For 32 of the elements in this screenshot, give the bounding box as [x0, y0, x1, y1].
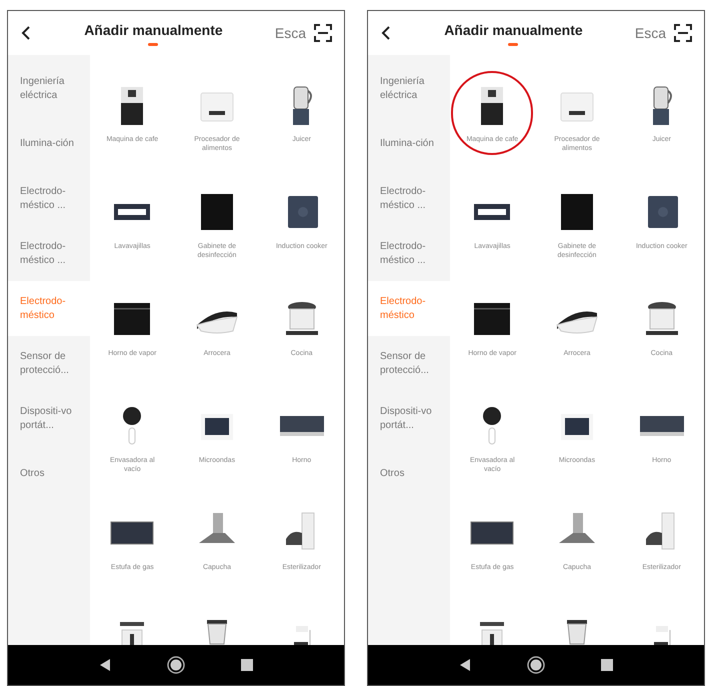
recents-icon[interactable]: [600, 659, 613, 671]
category-item[interactable]: Sensor de protecció...: [368, 336, 450, 391]
category-item[interactable]: Dispositi-vo portát...: [8, 391, 90, 446]
back-icon[interactable]: [459, 658, 472, 672]
category-item[interactable]: Ingeniería eléctrica: [8, 61, 90, 116]
category-item[interactable]: Electrodo-méstico: [368, 281, 450, 336]
category-item[interactable]: Ilumina-ción: [368, 116, 450, 171]
page-title[interactable]: Añadir manualmente: [84, 20, 223, 41]
back-icon[interactable]: [380, 25, 392, 41]
category-item[interactable]: Ingeniería eléctrica: [368, 61, 450, 116]
category-item[interactable]: Electrodo-méstico ...: [368, 171, 450, 226]
tab-indicator: [148, 43, 158, 46]
category-item[interactable]: Dispositi-vo portát...: [368, 391, 450, 446]
category-item[interactable]: Electrodo-méstico: [8, 281, 90, 336]
category-item[interactable]: Ilumina-ción: [8, 116, 90, 171]
category-item[interactable]: Otros: [368, 446, 450, 501]
category-item[interactable]: Electrodo-méstico ...: [8, 226, 90, 281]
category-item[interactable]: Electrodo-méstico ...: [8, 171, 90, 226]
back-icon[interactable]: [99, 658, 112, 672]
home-icon[interactable]: [166, 655, 186, 675]
recents-icon[interactable]: [240, 659, 253, 671]
category-item[interactable]: Otros: [8, 446, 90, 501]
scan-icon[interactable]: [674, 24, 692, 42]
category-item[interactable]: Sensor de protecció...: [8, 336, 90, 391]
tab-indicator: [508, 43, 518, 46]
scan-tab[interactable]: Esca: [634, 22, 666, 44]
back-icon[interactable]: [20, 25, 32, 41]
home-icon[interactable]: [526, 655, 546, 675]
category-item[interactable]: Electrodo-méstico ...: [368, 226, 450, 281]
page-title[interactable]: Añadir manualmente: [444, 20, 583, 41]
scan-tab[interactable]: Esca: [274, 22, 306, 44]
scan-icon[interactable]: [314, 24, 332, 42]
